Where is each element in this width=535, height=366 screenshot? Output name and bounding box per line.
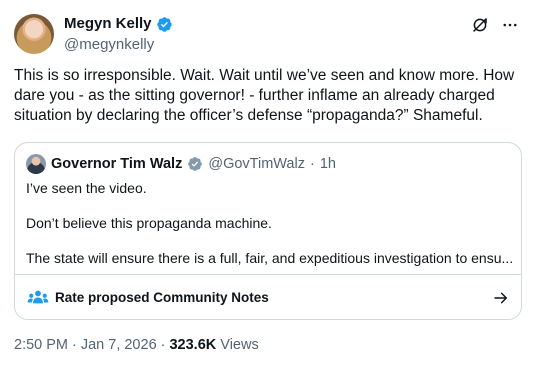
tweet-time[interactable]: 2:50 PM: [14, 337, 68, 353]
tweet: Megyn Kelly @megynkelly This is so irres…: [0, 0, 535, 366]
tweet-date[interactable]: Jan 7, 2026: [81, 337, 157, 353]
people-icon: [27, 289, 49, 307]
grok-icon[interactable]: [471, 16, 489, 34]
views-label: Views: [220, 337, 259, 353]
quoted-paragraph: I’ve seen the video.: [26, 180, 147, 196]
tweet-meta: 2:50 PM · Jan 7, 2026 · 323.6K Views: [14, 337, 259, 353]
quoted-author-handle: @GovTimWalz: [208, 156, 305, 172]
tweet-text: This is so irresponsible. Wait. Wait unt…: [14, 67, 515, 124]
quoted-separator: ·: [309, 156, 315, 172]
author-handle[interactable]: @megynkelly: [64, 36, 173, 54]
quoted-tweet-text: I’ve seen the video. Don’t believe this …: [26, 179, 512, 284]
more-icon[interactable]: [501, 16, 519, 34]
author-name-row: Megyn Kelly: [64, 15, 173, 33]
meta-separator: ·: [160, 337, 166, 353]
meta-separator: ·: [72, 337, 77, 353]
verified-badge-icon: [156, 16, 173, 33]
rate-community-notes-button[interactable]: Rate proposed Community Notes: [15, 275, 521, 319]
author-display-name[interactable]: Megyn Kelly: [64, 15, 152, 33]
quoted-tweet-header: Governor Tim Walz @GovTimWalz · 1h: [26, 154, 336, 174]
tweet-actions-top: [471, 16, 519, 34]
quoted-tweet[interactable]: Governor Tim Walz @GovTimWalz · 1h I’ve …: [14, 142, 522, 320]
quoted-paragraph: Don’t believe this propaganda machine.: [26, 215, 272, 231]
arrow-right-icon: [493, 290, 509, 306]
quoted-timestamp: 1h: [319, 156, 336, 172]
quoted-paragraph: The state will ensure there is a full, f…: [26, 250, 512, 266]
author-info: Megyn Kelly @megynkelly: [64, 15, 173, 54]
quoted-author-display-name: Governor Tim Walz: [51, 156, 183, 172]
verified-badge-icon: [187, 156, 203, 172]
author-avatar[interactable]: [14, 14, 54, 54]
quoted-author-avatar: [26, 154, 46, 174]
community-notes-label: Rate proposed Community Notes: [55, 290, 269, 305]
views-count[interactable]: 323.6K: [169, 337, 216, 353]
